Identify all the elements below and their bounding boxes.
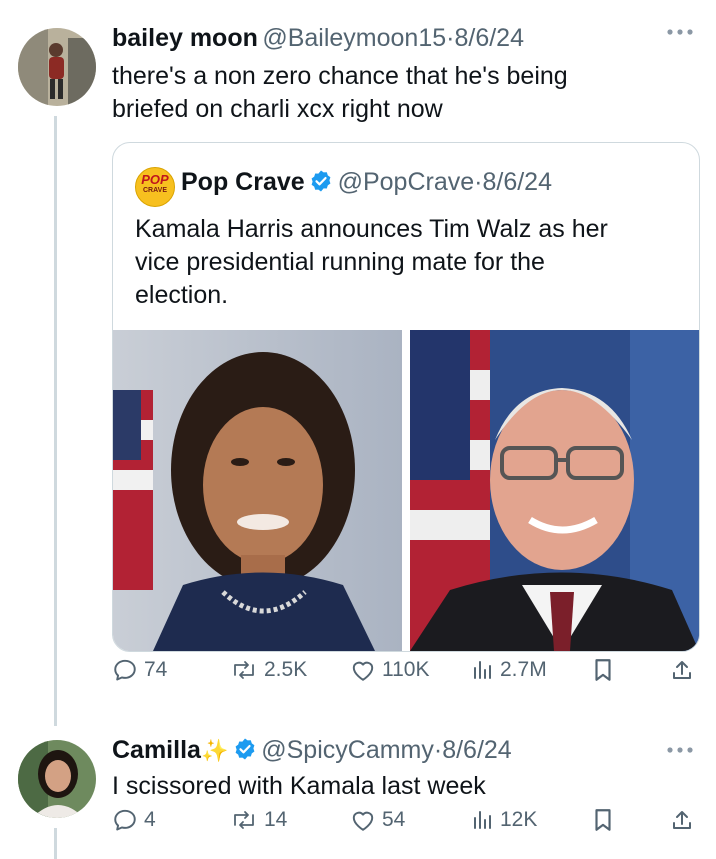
- repost-button[interactable]: 2.5K: [230, 657, 307, 683]
- bookmark-icon[interactable]: [592, 807, 614, 833]
- quoted-tweet[interactable]: POP CRAVE Pop Crave @PopCrave·8/6/24 Kam…: [112, 142, 700, 652]
- repost-button[interactable]: 14: [230, 807, 287, 833]
- repost-icon: [234, 661, 254, 679]
- repost-count: 14: [264, 808, 288, 831]
- quote-handle[interactable]: @PopCrave: [338, 168, 475, 196]
- like-button[interactable]: 110K: [350, 658, 430, 682]
- more-icon[interactable]: [666, 746, 694, 754]
- quote-text-line: Kamala Harris announces Tim Walz as her: [135, 215, 608, 243]
- views-button[interactable]: 12K: [470, 808, 537, 832]
- thread-line: [54, 828, 57, 859]
- tweet-date[interactable]: 8/6/24: [454, 24, 524, 52]
- reply-text: I scissored with Kamala last week: [112, 772, 486, 800]
- reply-button[interactable]: 74: [112, 657, 167, 683]
- photo-kamala-harris[interactable]: [113, 330, 402, 651]
- tweet-header: bailey moon @Baileymoon15·8/6/24: [112, 24, 524, 53]
- pop-crave-logo[interactable]: POP CRAVE: [135, 167, 175, 207]
- avatar[interactable]: [18, 28, 96, 106]
- reply-count: 4: [144, 808, 156, 831]
- reply-button[interactable]: 4: [112, 807, 156, 833]
- heart-icon: [352, 661, 374, 681]
- views-button[interactable]: 2.7M: [470, 658, 547, 682]
- avatar[interactable]: [18, 740, 96, 818]
- like-button[interactable]: 54: [350, 808, 405, 832]
- tweet-text: there's a non zero chance that he's bein…: [112, 60, 568, 126]
- verified-badge-icon: [309, 169, 333, 193]
- reply-icon: [114, 659, 136, 681]
- reply-icon: [114, 809, 136, 831]
- tweet-text-line: briefed on charli xcx right now: [112, 95, 443, 123]
- quote-header: Pop Crave @PopCrave·8/6/24: [181, 168, 552, 197]
- tweet-text-line: there's a non zero chance that he's bein…: [112, 62, 568, 90]
- reply-count: 74: [144, 658, 168, 681]
- repost-count: 2.5K: [264, 658, 308, 681]
- tweet-date[interactable]: 8/6/24: [442, 736, 512, 764]
- share-icon[interactable]: [670, 807, 694, 833]
- more-icon[interactable]: [666, 28, 694, 36]
- quote-text: Kamala Harris announces Tim Walz as her …: [135, 213, 608, 312]
- views-icon: [474, 811, 491, 829]
- photo-tim-walz[interactable]: [410, 330, 699, 651]
- quote-date[interactable]: 8/6/24: [482, 168, 552, 196]
- logo-text: CRAVE: [143, 187, 167, 194]
- like-count: 54: [382, 808, 406, 831]
- author-handle[interactable]: @Baileymoon15: [262, 24, 446, 52]
- author-name[interactable]: bailey moon: [112, 24, 258, 52]
- quote-author-name[interactable]: Pop Crave: [181, 168, 305, 196]
- sparkles-emoji: ✨: [200, 738, 229, 763]
- thread-line: [54, 116, 57, 726]
- view-count: 2.7M: [500, 658, 547, 681]
- verified-badge-icon: [233, 737, 257, 761]
- heart-icon: [352, 811, 374, 831]
- views-icon: [474, 661, 491, 679]
- view-count: 12K: [500, 808, 538, 831]
- quote-text-line: vice presidential running mate for the: [135, 248, 545, 276]
- bookmark-icon[interactable]: [592, 657, 614, 683]
- logo-text: POP: [141, 172, 169, 187]
- separator-dot: ·: [433, 736, 443, 764]
- share-icon[interactable]: [670, 657, 694, 683]
- quote-text-line: election.: [135, 281, 229, 309]
- author-handle[interactable]: @SpicyCammy: [261, 736, 434, 764]
- repost-icon: [234, 811, 254, 829]
- like-count: 110K: [382, 658, 430, 681]
- reply-header: Camilla✨ @SpicyCammy·8/6/24: [112, 736, 512, 765]
- author-name[interactable]: Camilla: [112, 736, 201, 764]
